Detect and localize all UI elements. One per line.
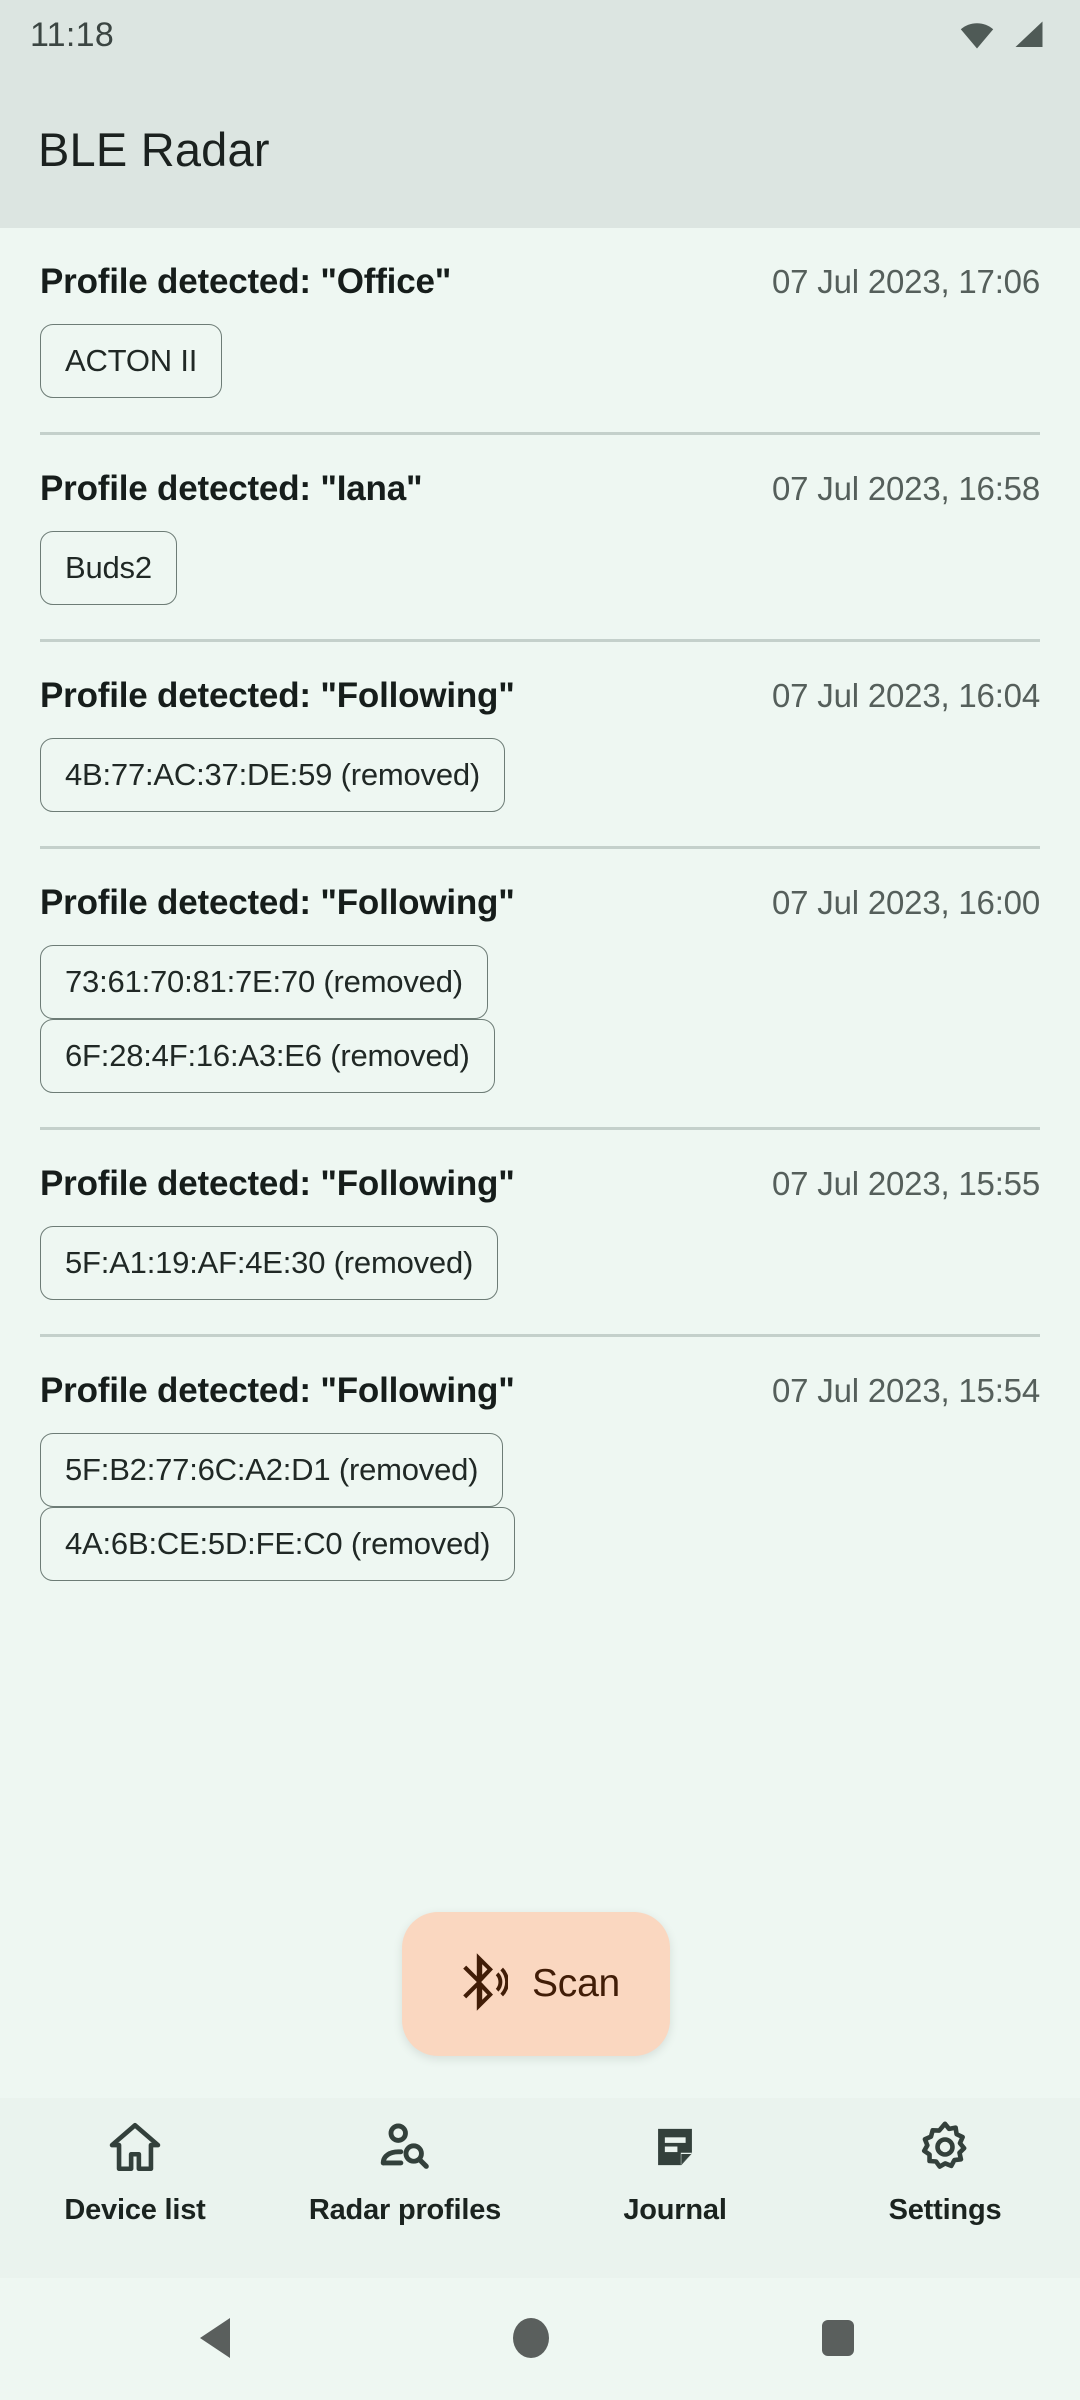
system-navigation-bar xyxy=(0,2278,1080,2400)
nav-label-journal: Journal xyxy=(623,2194,727,2226)
journal-entry-timestamp: 07 Jul 2023, 15:55 xyxy=(772,1165,1040,1202)
nav-label-settings: Settings xyxy=(888,2194,1002,2226)
page-title: BLE Radar xyxy=(38,122,270,176)
journal-entry-header: Profile detected: "Office" 07 Jul 2023, 1… xyxy=(40,228,1040,302)
journal-entry-timestamp: 07 Jul 2023, 16:58 xyxy=(772,470,1040,507)
device-chip[interactable]: 6F:28:4F:16:A3:E6 (removed) xyxy=(40,1019,495,1093)
journal-entry-timestamp: 07 Jul 2023, 16:00 xyxy=(772,884,1040,921)
device-chip[interactable]: 4B:77:AC:37:DE:59 (removed) xyxy=(40,738,506,812)
device-chip[interactable]: 73:61:70:81:7E:70 (removed) xyxy=(40,945,488,1019)
device-chip[interactable]: 5F:A1:19:AF:4E:30 (removed) xyxy=(40,1226,499,1300)
journal-entry-title: Profile detected: "Iana" xyxy=(40,469,423,508)
status-bar: 11:18 xyxy=(0,0,1080,70)
journal-entry[interactable]: Profile detected: "Following" 07 Jul 2023… xyxy=(0,1337,1080,1615)
device-chip-group: ACTON II xyxy=(40,302,1040,432)
bottom-navigation: Device list Radar profiles Journal Setti… xyxy=(0,2098,1080,2278)
signal-icon xyxy=(1012,20,1046,50)
device-chip-group: 5F:A1:19:AF:4E:30 (removed) xyxy=(40,1204,1040,1334)
nav-label-device-list: Device list xyxy=(64,2194,206,2226)
wifi-icon xyxy=(958,20,996,50)
device-chip-group: 4B:77:AC:37:DE:59 (removed) xyxy=(40,716,1040,846)
journal-entry-timestamp: 07 Jul 2023, 17:06 xyxy=(772,263,1040,300)
journal-entry-header: Profile detected: "Following" 07 Jul 2023… xyxy=(40,1337,1040,1411)
journal-entry-title: Profile detected: "Following" xyxy=(40,1371,515,1410)
app-bar: BLE Radar xyxy=(0,70,1080,228)
journal-entry[interactable]: Profile detected: "Following" 07 Jul 2023… xyxy=(0,1130,1080,1334)
journal-list[interactable]: Profile detected: "Office" 07 Jul 2023, 1… xyxy=(0,228,1080,2098)
journal-entry-title: Profile detected: "Following" xyxy=(40,883,515,922)
device-chip-group: Buds2 xyxy=(40,509,1040,639)
nav-item-radar-profiles[interactable]: Radar profiles xyxy=(270,2098,540,2227)
device-chip[interactable]: 5F:B2:77:6C:A2:D1 (removed) xyxy=(40,1433,504,1507)
article-icon xyxy=(646,2116,704,2178)
journal-entry-title: Profile detected: "Following" xyxy=(40,1164,515,1203)
journal-entry-title: Profile detected: "Following" xyxy=(40,676,515,715)
home-icon xyxy=(106,2116,164,2178)
journal-entry-timestamp: 07 Jul 2023, 16:04 xyxy=(772,677,1040,714)
journal-entry[interactable]: Profile detected: "Iana" 07 Jul 2023, 16:… xyxy=(0,435,1080,639)
journal-entry-header: Profile detected: "Following" 07 Jul 2023… xyxy=(40,849,1040,923)
home-circle-icon[interactable] xyxy=(510,2316,552,2360)
scan-fab[interactable]: Scan xyxy=(402,1912,670,2056)
device-chip-group: 5F:B2:77:6C:A2:D1 (removed) 4A:6B:CE:5D:F… xyxy=(40,1411,1040,1615)
journal-entry-title: Profile detected: "Office" xyxy=(40,262,452,301)
scan-fab-label: Scan xyxy=(531,1962,621,2005)
status-clock: 11:18 xyxy=(30,15,115,54)
journal-entry-timestamp: 07 Jul 2023, 15:54 xyxy=(772,1372,1040,1409)
device-chip-group: 73:61:70:81:7E:70 (removed) 6F:28:4F:16:A… xyxy=(40,923,1040,1127)
journal-entry-header: Profile detected: "Following" 07 Jul 2023… xyxy=(40,1130,1040,1204)
person-search-icon xyxy=(376,2116,434,2178)
journal-entry-header: Profile detected: "Following" 07 Jul 2023… xyxy=(40,642,1040,716)
back-triangle-icon[interactable] xyxy=(196,2316,238,2360)
nav-item-settings[interactable]: Settings xyxy=(810,2098,1080,2227)
journal-entry[interactable]: Profile detected: "Following" 07 Jul 2023… xyxy=(0,849,1080,1127)
bluetooth-searching-icon xyxy=(452,1952,509,2017)
journal-entry[interactable]: Profile detected: "Following" 07 Jul 2023… xyxy=(0,642,1080,846)
nav-label-radar-profiles: Radar profiles xyxy=(308,2194,502,2226)
journal-entry[interactable]: Profile detected: "Office" 07 Jul 2023, 1… xyxy=(0,228,1080,432)
status-icons xyxy=(958,20,1046,50)
device-chip[interactable]: Buds2 xyxy=(40,531,177,605)
nav-item-journal[interactable]: Journal xyxy=(540,2098,810,2227)
device-chip[interactable]: 4A:6B:CE:5D:FE:C0 (removed) xyxy=(40,1507,516,1581)
nav-item-device-list[interactable]: Device list xyxy=(0,2098,270,2227)
recents-square-icon[interactable] xyxy=(820,2318,856,2358)
journal-entry-header: Profile detected: "Iana" 07 Jul 2023, 16:… xyxy=(40,435,1040,509)
device-chip[interactable]: ACTON II xyxy=(40,324,223,398)
gear-icon xyxy=(916,2116,974,2178)
